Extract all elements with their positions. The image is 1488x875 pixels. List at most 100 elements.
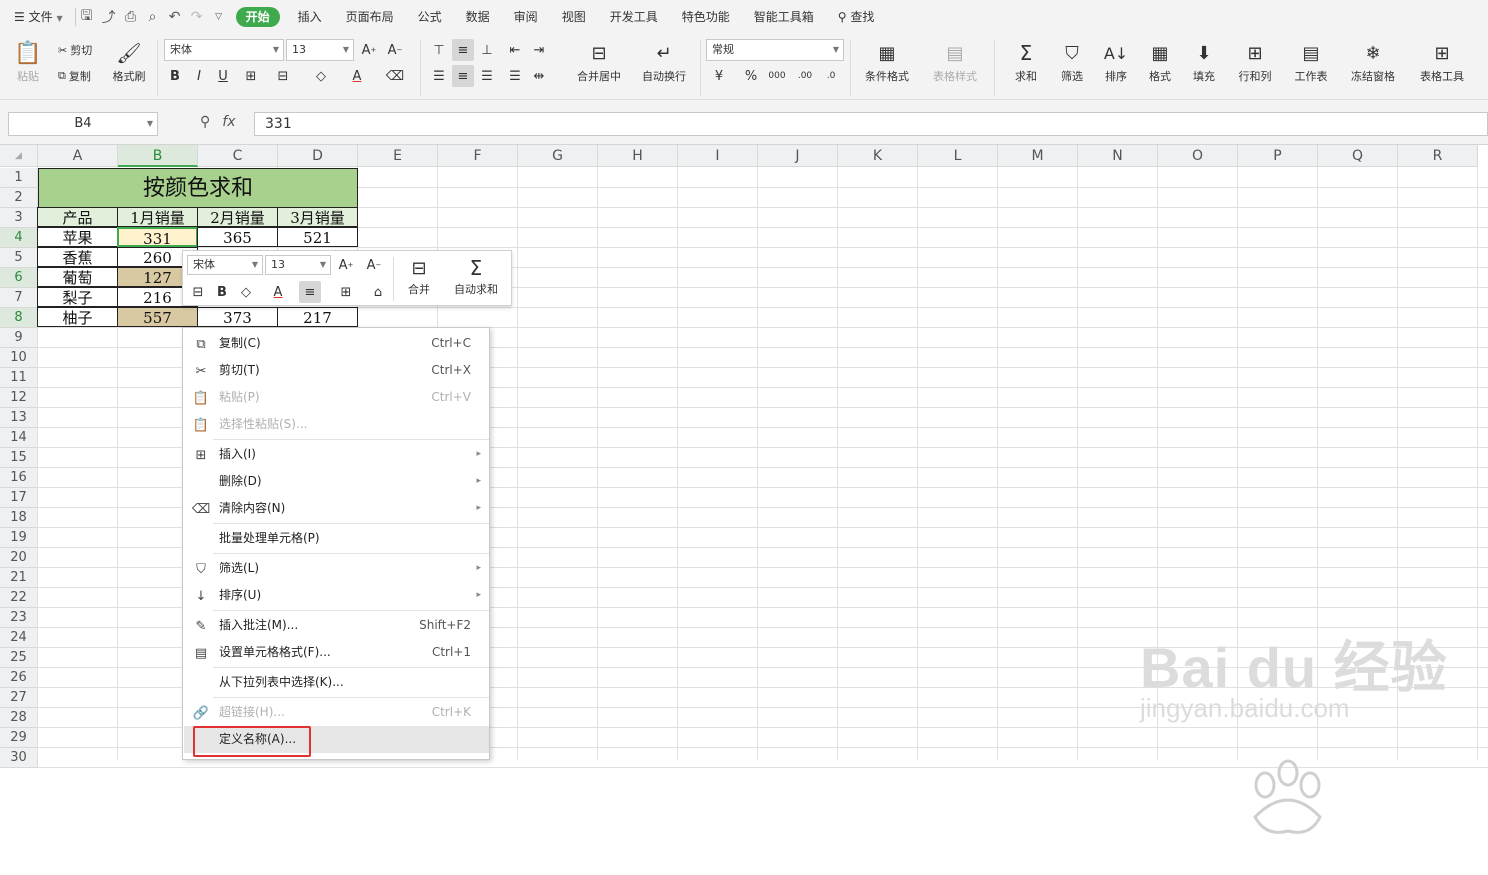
align-right-icon[interactable]: ☰ [476, 65, 498, 87]
context-menu-item[interactable]: ⛉ 筛选(L) ▸ [184, 555, 489, 582]
percent-icon[interactable]: % [740, 65, 762, 87]
context-menu-item[interactable]: 📋 粘贴(P) Ctrl+V [184, 384, 489, 411]
row-header[interactable]: 16 [0, 468, 38, 488]
search-button[interactable]: ⚲ 查找 [826, 0, 887, 34]
context-menu-item[interactable]: ⧉ 复制(C) Ctrl+C [184, 330, 489, 357]
formula-input[interactable]: 331 [254, 112, 1488, 136]
fill-color-icon[interactable]: ◇ [235, 281, 257, 303]
sales-cell[interactable]: 217 [277, 307, 358, 327]
table-style-button[interactable]: ▤ 表格样式 [924, 38, 986, 84]
mini-merge-button[interactable]: ⊟ 合并 [399, 255, 439, 297]
row-header[interactable]: 21 [0, 568, 38, 588]
tab-data[interactable]: 数据 [454, 0, 502, 34]
row-header[interactable]: 12 [0, 388, 38, 408]
context-menu-item[interactable]: 📋 选择性粘贴(S)... [184, 411, 489, 438]
column-header[interactable]: Q [1318, 145, 1398, 167]
sales-cell[interactable]: 557 [117, 307, 198, 327]
row-header[interactable]: 20 [0, 548, 38, 568]
product-cell[interactable]: 苹果 [37, 227, 118, 247]
increase-font-icon[interactable]: A + [335, 254, 357, 276]
fill-color-icon[interactable]: ◇ [310, 65, 332, 87]
filter-button[interactable]: ⛉ 筛选 [1052, 38, 1092, 84]
cut-button[interactable]: ✂ 剪切 [58, 42, 92, 58]
outdent-icon[interactable]: ⇤ [504, 39, 526, 61]
row-header[interactable]: 10 [0, 348, 38, 368]
header-cell[interactable]: 3月销量 [277, 207, 358, 227]
print-preview-icon[interactable]: ⌕ [142, 0, 164, 34]
align-middle-icon[interactable]: ≡ [452, 39, 474, 61]
align-left-icon[interactable]: ☰ [428, 65, 450, 87]
context-menu-item[interactable]: ✂ 剪切(T) Ctrl+X [184, 357, 489, 384]
context-menu-item[interactable]: 🔗 超链接(H)... Ctrl+K [184, 699, 489, 726]
row-header[interactable]: 15 [0, 448, 38, 468]
font-size-select[interactable]: 13 ▼ [286, 39, 354, 61]
context-menu-item[interactable]: ⌫ 清除内容(N) ▸ [184, 495, 489, 522]
product-cell[interactable]: 香蕉 [37, 247, 118, 267]
sum-button[interactable]: Σ 求和 [1006, 38, 1046, 84]
header-cell[interactable]: 1月销量 [117, 207, 198, 227]
freeze-panes-button[interactable]: ❄ 冻结窗格 [1342, 38, 1404, 84]
border-icon[interactable]: ⊞ [240, 65, 262, 87]
conditional-format-button[interactable]: ▦ 条件格式 [856, 38, 918, 84]
align-center-icon[interactable]: ≡ [452, 65, 474, 87]
tab-page-layout[interactable]: 页面布局 [334, 0, 406, 34]
tab-insert[interactable]: 插入 [286, 0, 334, 34]
row-header[interactable]: 23 [0, 608, 38, 628]
row-header[interactable]: 1 [0, 168, 38, 188]
sales-cell[interactable]: 331 [117, 227, 198, 248]
column-header[interactable]: B [118, 145, 198, 167]
decrease-decimal-icon[interactable]: .0 [820, 65, 842, 87]
column-header[interactable]: F [438, 145, 518, 167]
bold-icon[interactable]: B [211, 281, 233, 303]
bold-icon[interactable]: B [164, 65, 186, 87]
row-header[interactable]: 8 [0, 308, 38, 328]
row-header[interactable]: 24 [0, 628, 38, 648]
tab-formulas[interactable]: 公式 [406, 0, 454, 34]
font-color-icon[interactable]: A [267, 281, 289, 303]
mini-font-size-select[interactable]: 13 ▼ [265, 255, 331, 275]
column-header[interactable]: J [758, 145, 838, 167]
decrease-font-icon[interactable]: A − [363, 254, 385, 276]
tab-smart-toolbox[interactable]: 智能工具箱 [742, 0, 826, 34]
decrease-font-icon[interactable]: A − [384, 39, 406, 61]
increase-decimal-icon[interactable]: .00 [794, 65, 816, 87]
font-color-icon[interactable]: A [346, 65, 368, 87]
file-menu[interactable]: ☰ 文件 ▼ [0, 0, 75, 34]
format-button[interactable]: ▦ 格式 [1140, 38, 1180, 84]
rows-cols-button[interactable]: ⊞ 行和列 [1230, 38, 1280, 84]
context-menu-item[interactable]: ↓ 排序(U) ▸ [184, 582, 489, 609]
column-header[interactable]: G [518, 145, 598, 167]
paste-button[interactable]: 📋 粘贴 [10, 38, 46, 84]
align-top-icon[interactable]: ⊤ [428, 39, 450, 61]
mini-font-name-select[interactable]: 宋体 ▼ [187, 255, 263, 275]
format-painter-button[interactable]: 🖌 格式刷 [108, 38, 150, 84]
column-header[interactable]: L [918, 145, 998, 167]
border-icon[interactable]: ⊞ [335, 281, 357, 303]
row-header[interactable]: 9 [0, 328, 38, 348]
sales-cell[interactable]: 365 [197, 227, 278, 247]
header-cell[interactable]: 2月销量 [197, 207, 278, 227]
zoom-icon[interactable]: ⚲ [200, 114, 210, 130]
column-header[interactable]: K [838, 145, 918, 167]
row-header[interactable]: 17 [0, 488, 38, 508]
column-header[interactable]: H [598, 145, 678, 167]
font-name-select[interactable]: 宋体 ▼ [164, 39, 284, 61]
row-header[interactable]: 22 [0, 588, 38, 608]
row-header[interactable]: 5 [0, 248, 38, 268]
row-header[interactable]: 14 [0, 428, 38, 448]
thousands-icon[interactable]: 000 [766, 65, 788, 87]
format-painter-icon[interactable]: ⌂ [367, 281, 389, 303]
column-header[interactable]: E [358, 145, 438, 167]
column-header[interactable]: N [1078, 145, 1158, 167]
row-header[interactable]: 4 [0, 228, 38, 248]
column-header[interactable]: D [278, 145, 358, 167]
copy-button[interactable]: ⧉ 复制 [58, 68, 91, 84]
column-header[interactable]: A [38, 145, 118, 167]
tab-home[interactable]: 开始 [235, 7, 280, 27]
row-header[interactable]: 26 [0, 668, 38, 688]
name-box[interactable]: B4 ▼ [8, 112, 158, 136]
context-menu-item[interactable]: ✎ 插入批注(M)... Shift+F2 [184, 612, 489, 639]
product-cell[interactable]: 葡萄 [37, 267, 118, 287]
column-header[interactable]: C [198, 145, 278, 167]
sales-cell[interactable]: 373 [197, 307, 278, 327]
